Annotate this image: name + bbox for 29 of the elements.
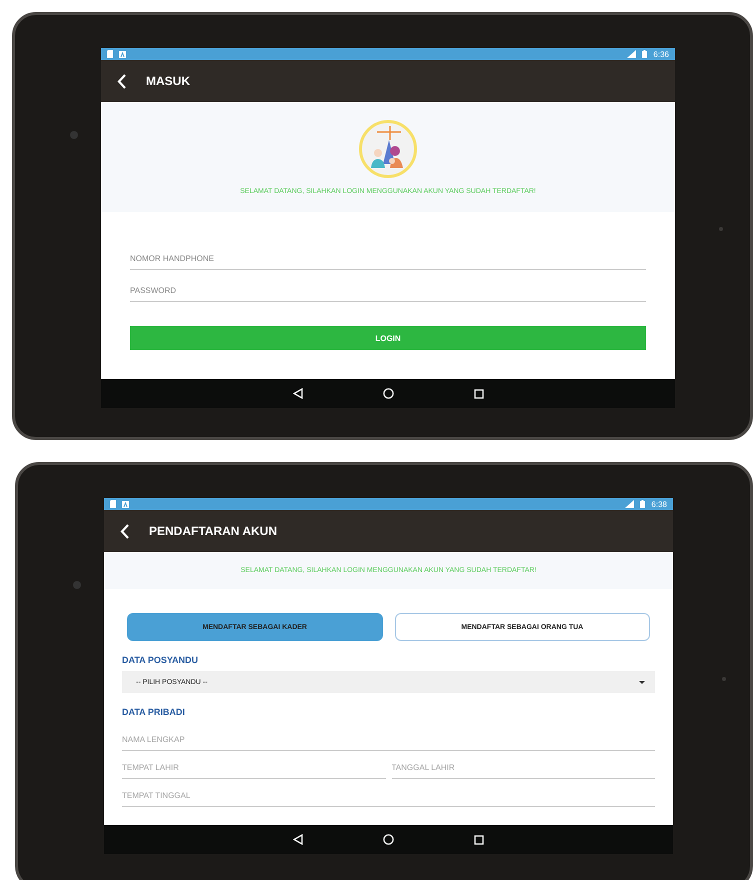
signal-icon <box>625 500 634 508</box>
text-field[interactable]: NOMOR HANDPHONE <box>130 252 646 270</box>
status-time: 6:38 <box>651 500 667 508</box>
sd-card-icon <box>107 50 113 58</box>
section-title: DATA POSYANDU <box>122 655 200 665</box>
recent-apps-icon[interactable] <box>474 834 484 844</box>
text-field[interactable]: NAMA LENGKAP <box>122 733 655 751</box>
signal-icon <box>627 50 636 58</box>
dropdown-caret-icon <box>639 680 645 684</box>
back-icon[interactable] <box>293 834 303 845</box>
screen-title: MASUK <box>146 74 190 88</box>
camera-icon <box>73 581 81 589</box>
home-icon[interactable] <box>382 388 394 399</box>
status-time: 6:36 <box>653 50 669 58</box>
text-field[interactable]: TEMPAT LAHIR <box>122 761 386 779</box>
notification-icon <box>119 50 126 58</box>
text-field[interactable]: PASSWORD <box>130 284 646 302</box>
section-title: DATA PRIBADI <box>122 707 186 717</box>
text-field[interactable]: TANGGAL LAHIR <box>392 761 655 779</box>
sd-card-icon <box>110 500 116 508</box>
back-icon[interactable] <box>292 388 302 399</box>
home-icon[interactable] <box>383 834 394 845</box>
text-field[interactable]: TEMPAT TINGGAL <box>122 789 655 807</box>
notification-icon <box>122 500 129 508</box>
screen-title: PENDAFTARAN AKUN <box>149 524 277 538</box>
battery-icon <box>640 500 646 508</box>
battery-icon <box>642 50 648 58</box>
recent-apps-icon[interactable] <box>474 388 484 398</box>
camera-icon <box>70 131 78 139</box>
